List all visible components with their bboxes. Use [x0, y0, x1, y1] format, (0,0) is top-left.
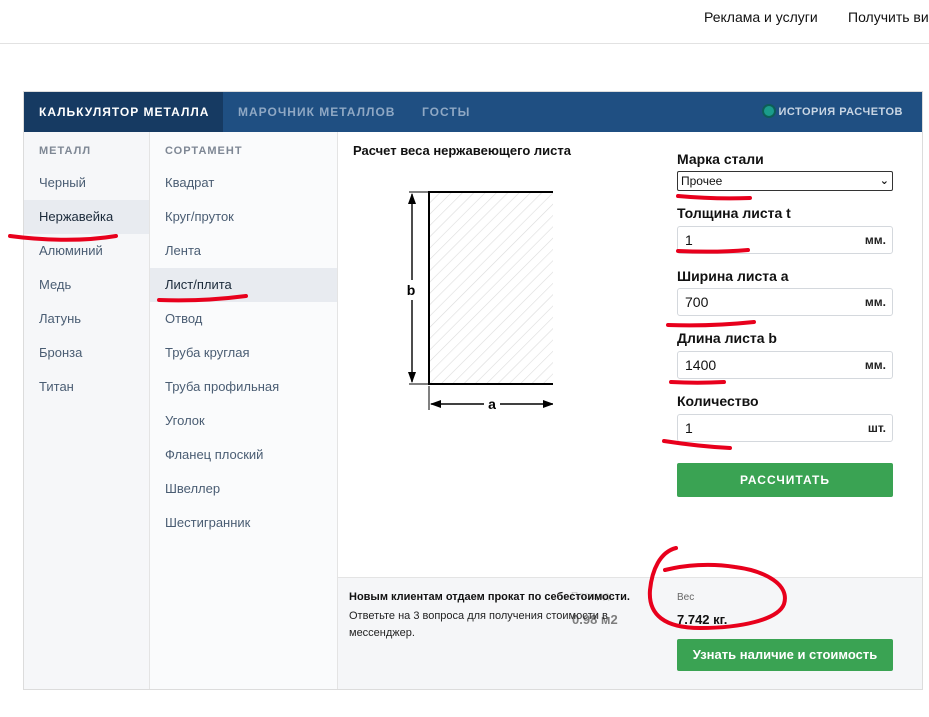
width-input[interactable]: 700 мм.: [677, 288, 893, 316]
sheet-rectangle: [428, 191, 553, 385]
assortment-item[interactable]: Шестигранник: [150, 506, 337, 540]
quantity-unit: шт.: [867, 421, 886, 435]
metal-header: МЕТАЛЛ: [39, 145, 92, 157]
metal-item[interactable]: Бронза: [24, 336, 149, 370]
top-link-ads[interactable]: Реклама и услуги: [704, 9, 818, 25]
calc-title: Расчет веса нержавеющего листа: [353, 143, 571, 158]
metal-item[interactable]: Черный: [24, 166, 149, 200]
steel-grade-select[interactable]: Прочее ⌄: [677, 171, 893, 191]
thickness-label: Толщина листа t: [677, 205, 791, 221]
dimension-b-label: b: [407, 282, 416, 298]
metal-column: МЕТАЛЛ Черный Нержавейка Алюминий Медь Л…: [24, 132, 150, 689]
assortment-item[interactable]: Труба круглая: [150, 336, 337, 370]
assortment-item[interactable]: Уголок: [150, 404, 337, 438]
length-label: Длина листа b: [677, 330, 777, 346]
width-label: Ширина листа а: [677, 268, 789, 284]
metal-item[interactable]: Титан: [24, 370, 149, 404]
thickness-input[interactable]: 1 мм.: [677, 226, 893, 254]
weight-value: 7.742 кг.: [677, 612, 728, 627]
check-availability-button[interactable]: Узнать наличие и стоимость: [677, 639, 893, 671]
assortment-item[interactable]: Квадрат: [150, 166, 337, 200]
top-link-get[interactable]: Получить ви: [848, 9, 929, 25]
assortment-item[interactable]: Труба профильная: [150, 370, 337, 404]
top-bar: Реклама и услуги Получить ви: [0, 0, 929, 44]
quantity-input[interactable]: 1 шт.: [677, 414, 893, 442]
metal-item[interactable]: Алюминий: [24, 234, 149, 268]
width-value: 700: [685, 294, 709, 310]
metal-item[interactable]: Латунь: [24, 302, 149, 336]
length-unit: мм.: [864, 358, 886, 372]
steel-grade-label: Марка стали: [677, 151, 764, 167]
dimension-a-label: a: [488, 396, 496, 412]
history-icon: [762, 104, 777, 118]
length-input[interactable]: 1400 мм.: [677, 351, 893, 379]
history-link[interactable]: ИСТОРИЯ РАСЧЕТОВ: [762, 92, 903, 132]
thickness-unit: мм.: [864, 233, 886, 247]
width-unit: мм.: [864, 295, 886, 309]
tab-gost[interactable]: ГОСТЫ: [422, 92, 470, 132]
assortment-item[interactable]: Круг/пруток: [150, 200, 337, 234]
result-panel: Площадь 0.98 м2 Новым клиентам отдаем пр…: [338, 577, 922, 689]
chevron-down-icon: ⌄: [879, 175, 889, 187]
steel-grade-value: Прочее: [681, 174, 723, 188]
assortment-column: СОРТАМЕНТ Квадрат Круг/пруток Лента Лист…: [150, 132, 338, 689]
history-label: ИСТОРИЯ РАСЧЕТОВ: [778, 106, 903, 118]
calculate-button[interactable]: РАССЧИТАТЬ: [677, 463, 893, 497]
assortment-item[interactable]: Отвод: [150, 302, 337, 336]
calculator-tabs: КАЛЬКУЛЯТОР МЕТАЛЛА МАРОЧНИК МЕТАЛЛОВ ГО…: [24, 92, 922, 132]
assortment-item-selected[interactable]: Лист/плита: [150, 268, 337, 302]
quantity-value: 1: [685, 420, 693, 436]
weight-label: Вес: [677, 592, 695, 603]
assortment-header: СОРТАМЕНТ: [165, 145, 243, 157]
quantity-label: Количество: [677, 393, 759, 409]
sheet-diagram: a b: [403, 191, 553, 412]
metal-item-selected[interactable]: Нержавейка: [24, 200, 149, 234]
assortment-item[interactable]: Фланец плоский: [150, 438, 337, 472]
metal-item[interactable]: Медь: [24, 268, 149, 302]
promo-text: Ответьте на 3 вопроса для получения стои…: [349, 610, 608, 639]
tab-metal-grades[interactable]: МАРОЧНИК МЕТАЛЛОВ: [238, 92, 395, 132]
tab-metal-calculator[interactable]: КАЛЬКУЛЯТОР МЕТАЛЛА: [24, 92, 223, 132]
assortment-item[interactable]: Лента: [150, 234, 337, 268]
assortment-item[interactable]: Швеллер: [150, 472, 337, 506]
thickness-value: 1: [685, 232, 693, 248]
calc-form-area: Расчет веса нержавеющего листа a b Марка…: [338, 132, 922, 577]
length-value: 1400: [685, 357, 717, 373]
promo-title: Новым клиентам отдаем прокат по себестои…: [349, 591, 630, 603]
metal-calculator: КАЛЬКУЛЯТОР МЕТАЛЛА МАРОЧНИК МЕТАЛЛОВ ГО…: [23, 91, 923, 690]
